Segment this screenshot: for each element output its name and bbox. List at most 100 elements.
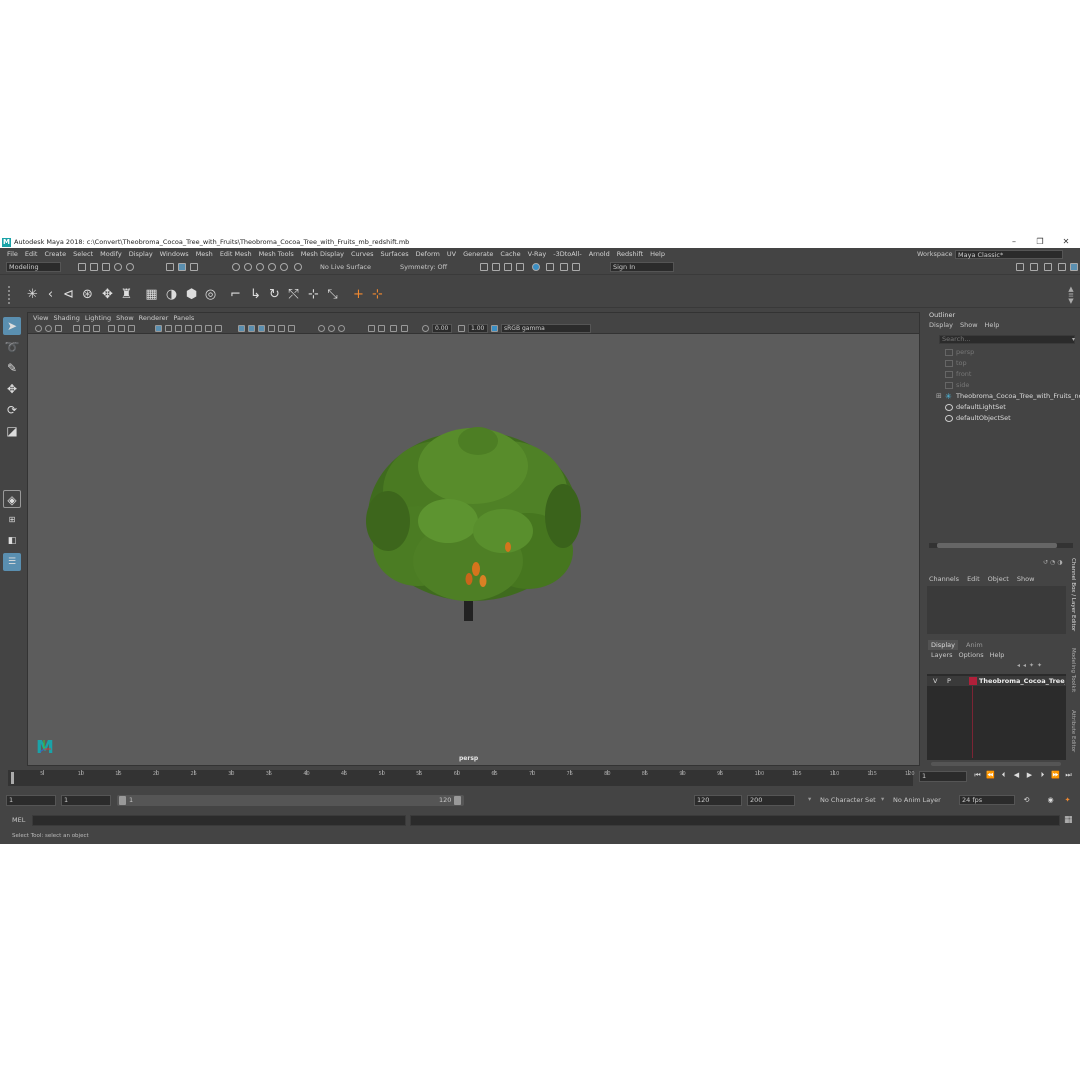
mel-label[interactable]: MEL bbox=[12, 815, 25, 825]
smooth-shade-icon[interactable] bbox=[165, 325, 172, 332]
shelf-ik-icon[interactable]: ⊲ bbox=[61, 287, 76, 302]
layer-color-swatch[interactable] bbox=[969, 677, 977, 685]
motion-blur-icon[interactable] bbox=[278, 325, 285, 332]
go-to-start-icon[interactable]: ⏮ bbox=[973, 770, 982, 780]
xray-joints-icon[interactable] bbox=[258, 325, 265, 332]
shelf-scroll-icon[interactable]: ▲ ≡ ▼ bbox=[1066, 286, 1076, 305]
shelf-skeleton-icon[interactable]: ♜ bbox=[119, 287, 134, 302]
step-back-key-icon[interactable]: ⏪ bbox=[986, 770, 995, 780]
camera-attributes-icon[interactable] bbox=[45, 325, 52, 332]
step-forward-frame-icon[interactable]: ⏵ bbox=[1038, 770, 1047, 780]
start-time-field[interactable]: 1 bbox=[6, 795, 56, 806]
2d-pan-zoom-icon[interactable] bbox=[83, 325, 90, 332]
redo-icon[interactable] bbox=[126, 263, 134, 271]
shelf-orient-icon[interactable]: ⊛ bbox=[80, 287, 95, 302]
layer-create-icons[interactable]: ◂◂✦✦ bbox=[1017, 662, 1067, 670]
loop-icon[interactable]: ⟲ bbox=[1022, 795, 1031, 805]
scale-tool-icon[interactable]: ◪ bbox=[3, 422, 21, 440]
shelf-cluster-icon[interactable]: ⊹ bbox=[306, 287, 321, 302]
xray-icon[interactable] bbox=[248, 325, 255, 332]
step-back-frame-icon[interactable]: ⏴ bbox=[999, 770, 1008, 780]
go-to-end-icon[interactable]: ⏭ bbox=[1064, 770, 1073, 780]
four-view-layout-icon[interactable]: ⊞ bbox=[3, 511, 21, 529]
rotate-tool-icon[interactable]: ⟳ bbox=[3, 401, 21, 419]
wireframe-icon[interactable] bbox=[155, 325, 162, 332]
outliner-item[interactable]: defaultObjectSet bbox=[945, 413, 1011, 424]
channels-menu-show[interactable]: Show bbox=[1017, 575, 1035, 583]
minimize-icon[interactable]: – bbox=[1004, 236, 1024, 248]
outliner-item[interactable]: defaultLightSet bbox=[945, 402, 1006, 413]
menu-select[interactable]: Select bbox=[73, 248, 93, 260]
viewport-menu-lighting[interactable]: Lighting bbox=[85, 313, 111, 323]
restore-icon[interactable]: ❐ bbox=[1030, 236, 1050, 248]
select-camera-icon[interactable] bbox=[368, 325, 375, 332]
layer-menu-help[interactable]: Help bbox=[990, 651, 1005, 659]
character-set-label[interactable]: No Character Set bbox=[820, 796, 876, 804]
shelf-bind-icon[interactable]: ↳ bbox=[248, 287, 263, 302]
view-transform-icon[interactable] bbox=[491, 325, 498, 332]
menu-edit-mesh[interactable]: Edit Mesh bbox=[220, 248, 252, 260]
range-end-handle[interactable] bbox=[454, 796, 461, 805]
fps-dropdown[interactable]: 24 fps bbox=[959, 795, 1015, 805]
menu-uv[interactable]: UV bbox=[447, 248, 456, 260]
viewport-panel[interactable]: View Shading Lighting Show Renderer Panels bbox=[27, 312, 920, 766]
shelf-star-icon[interactable]: ✳ bbox=[25, 287, 40, 302]
screen-space-ao-icon[interactable] bbox=[328, 325, 335, 332]
ipr-render-icon[interactable] bbox=[504, 263, 512, 271]
layer-menu-layers[interactable]: Layers bbox=[931, 651, 953, 659]
menu-surfaces[interactable]: Surfaces bbox=[381, 248, 409, 260]
layer-row[interactable]: V P Theobroma_Cocoa_Tree_with_Fruits bbox=[927, 676, 1066, 686]
new-scene-icon[interactable] bbox=[78, 263, 86, 271]
multisample-icon[interactable] bbox=[338, 325, 345, 332]
menu-mesh[interactable]: Mesh bbox=[196, 248, 213, 260]
menu-help[interactable]: Help bbox=[650, 248, 665, 260]
workspace-dropdown[interactable]: Maya Classic* bbox=[955, 250, 1063, 259]
layer-tab-anim[interactable]: Anim bbox=[963, 640, 986, 650]
shelf-cube-icon[interactable]: ⬢ bbox=[184, 287, 199, 302]
exposure-field[interactable]: 0.00 bbox=[432, 324, 452, 333]
cocoa-tree-model[interactable] bbox=[358, 421, 588, 641]
shelf-paint-weights-icon[interactable]: ↻ bbox=[267, 287, 282, 302]
hud-icon[interactable] bbox=[390, 325, 397, 332]
auto-key-icon[interactable]: ◉ bbox=[1046, 795, 1055, 805]
outliner-item[interactable]: persp bbox=[945, 347, 974, 358]
animation-preferences-icon[interactable]: ✦ bbox=[1063, 795, 1072, 805]
layer-editor-toggle-icon[interactable] bbox=[1070, 263, 1078, 271]
paint-select-tool-icon[interactable]: ✎ bbox=[3, 359, 21, 377]
outliner-layout-icon[interactable]: ☰ bbox=[3, 553, 21, 571]
script-editor-icon[interactable]: ▦ bbox=[1064, 815, 1075, 826]
menu-edit[interactable]: Edit bbox=[25, 248, 38, 260]
menu-v-ray[interactable]: V-Ray bbox=[528, 248, 547, 260]
anti-alias-icon[interactable] bbox=[288, 325, 295, 332]
select-object-icon[interactable] bbox=[178, 263, 186, 271]
sign-in-dropdown[interactable]: Sign In bbox=[610, 262, 674, 272]
outliner-item[interactable]: top bbox=[945, 358, 967, 369]
snap-view-plane-icon[interactable] bbox=[280, 263, 288, 271]
redshift-render-icon[interactable] bbox=[546, 263, 554, 271]
save-scene-icon[interactable] bbox=[102, 263, 110, 271]
textured-icon[interactable] bbox=[185, 325, 192, 332]
color-management-icon[interactable] bbox=[401, 325, 408, 332]
tab-attribute-editor[interactable]: Attribute Editor bbox=[1070, 710, 1076, 752]
menu-create[interactable]: Create bbox=[44, 248, 66, 260]
layer-playback-toggle[interactable]: P bbox=[947, 677, 951, 685]
colorspace-dropdown[interactable]: sRGB gamma bbox=[501, 324, 591, 333]
layer-scrollbar[interactable] bbox=[931, 762, 1061, 766]
redshift-ipr-icon[interactable] bbox=[560, 263, 568, 271]
shelf-sphere-icon[interactable]: ◎ bbox=[203, 287, 218, 302]
shelf-blend-icon[interactable]: ⤡ bbox=[325, 287, 340, 302]
make-live-icon[interactable] bbox=[294, 263, 302, 271]
soft-select-icon[interactable]: ◈ bbox=[3, 490, 21, 508]
two-view-layout-icon[interactable]: ◧ bbox=[3, 532, 21, 550]
exposure-icon[interactable] bbox=[422, 325, 429, 332]
timeline-bar[interactable]: 5 10 15 20 25 30 35 40 45 50 55 60 65 70 75 80 85 90 95 100… bbox=[8, 770, 915, 786]
layer-menu-options[interactable]: Options bbox=[959, 651, 984, 659]
bookmark-icon[interactable] bbox=[55, 325, 62, 332]
range-slider-bar[interactable]: 1 120 bbox=[117, 795, 464, 806]
viewport-menu-panels[interactable]: Panels bbox=[173, 313, 194, 323]
lasso-tool-icon[interactable]: ➰ bbox=[3, 338, 21, 356]
shelf-curve-icon[interactable]: ‹ bbox=[43, 287, 58, 302]
character-set-arrow-icon[interactable]: ▾ bbox=[808, 795, 811, 803]
anim-start-field[interactable]: 1 bbox=[61, 795, 111, 806]
current-frame-field[interactable]: 1 bbox=[919, 771, 967, 782]
